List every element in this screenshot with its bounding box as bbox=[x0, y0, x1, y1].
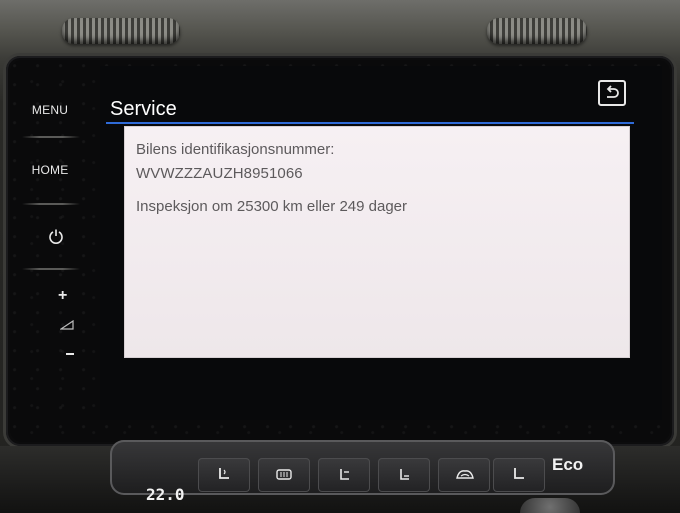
vin-value: WVWZZZAUZH8951066 bbox=[136, 165, 303, 182]
inspection-text: Inspeksjon om 25300 km eller 249 dager bbox=[136, 198, 407, 215]
menu-button[interactable]: MENU bbox=[18, 103, 82, 117]
side-divider bbox=[22, 136, 80, 138]
recirculation-icon bbox=[456, 470, 474, 479]
eco-button[interactable]: Eco bbox=[552, 455, 583, 475]
seat-heat-icon bbox=[219, 468, 229, 479]
side-divider bbox=[22, 203, 80, 205]
vin-label: Bilens identifikasjonsnummer: bbox=[136, 141, 335, 158]
volume-down-button[interactable] bbox=[66, 353, 74, 355]
rear-defrost-icon bbox=[276, 469, 292, 480]
windshield-button[interactable] bbox=[493, 458, 545, 492]
back-button[interactable] bbox=[598, 80, 626, 106]
service-info-panel bbox=[124, 126, 630, 358]
temperature-display: 22.0 bbox=[146, 485, 185, 504]
air-vent-left bbox=[62, 18, 180, 44]
air-vent-right bbox=[487, 18, 587, 44]
airflow-icon bbox=[340, 469, 349, 480]
home-button[interactable]: HOME bbox=[18, 163, 82, 177]
power-icon[interactable] bbox=[48, 228, 64, 244]
climate-knob[interactable] bbox=[520, 498, 580, 513]
volume-up-button[interactable]: + bbox=[58, 287, 67, 305]
volume-icon bbox=[60, 320, 74, 330]
airflow-upper-button[interactable] bbox=[318, 458, 370, 492]
windshield-icon bbox=[514, 468, 524, 479]
infotainment-photo: MENU HOME + Service Bilens identifikasjo… bbox=[0, 0, 680, 513]
title-underline bbox=[106, 122, 634, 124]
side-divider bbox=[22, 268, 80, 270]
seat-heat-button[interactable] bbox=[198, 458, 250, 492]
page-title: Service bbox=[110, 98, 177, 120]
airflow-icon bbox=[400, 469, 409, 480]
airflow-lower-button[interactable] bbox=[378, 458, 430, 492]
back-icon bbox=[606, 85, 619, 98]
rear-defrost-button[interactable] bbox=[258, 458, 310, 492]
recirculation-button[interactable] bbox=[438, 458, 490, 492]
